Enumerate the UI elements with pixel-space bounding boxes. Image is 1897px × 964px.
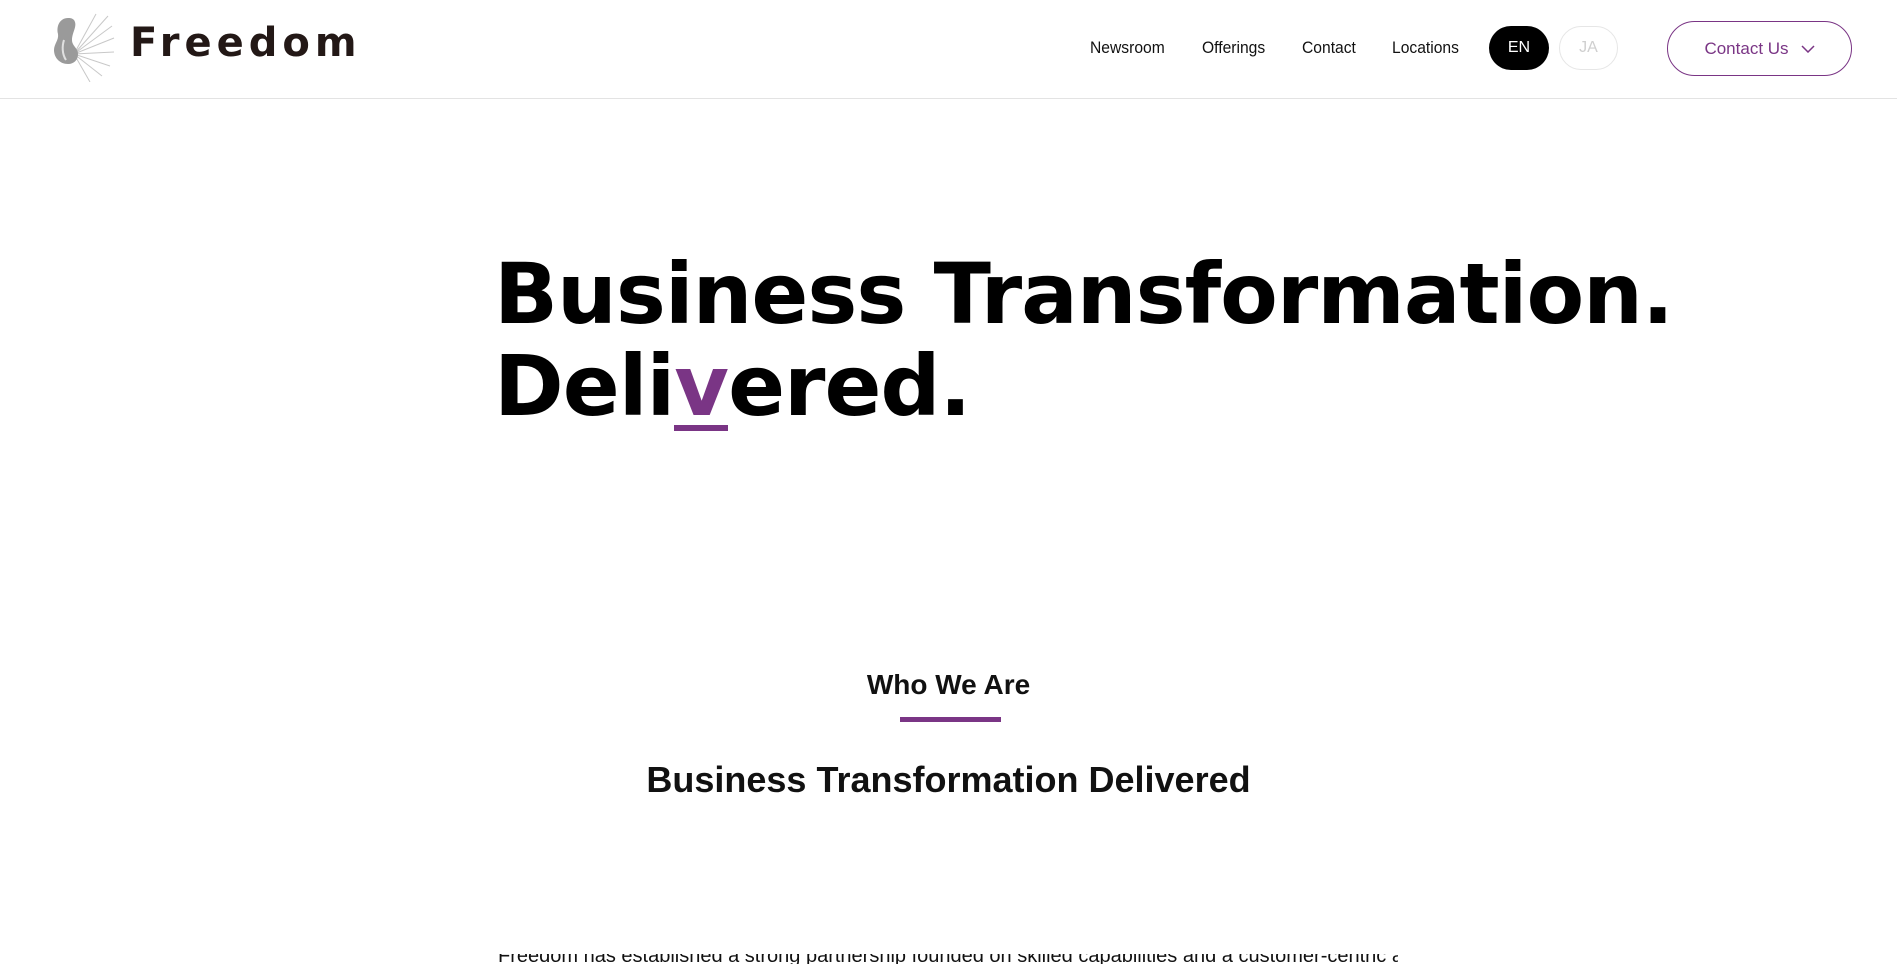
section-underline [900,717,1001,722]
chevron-down-icon [1801,44,1815,53]
nav-locations[interactable]: Locations [1392,38,1459,58]
hero-headline-line2: Delivered. [494,340,1494,432]
logo-text: Freedom [130,20,362,66]
who-we-are-body: Freedom has established a strong partner… [498,954,1398,964]
nav-contact[interactable]: Contact [1302,38,1356,58]
nav-newsroom[interactable]: Newsroom [1090,38,1165,58]
hero-line2-end: ered. [728,337,971,435]
language-en-button[interactable]: EN [1489,26,1549,70]
who-we-are-label: Who We Are [866,669,1031,700]
language-ja-button[interactable]: JA [1559,26,1618,70]
hero-accent-letter: v [674,337,729,435]
who-we-are-title: Business Transformation Delivered [646,759,1251,800]
hero-section: Business Transformation. Delivered. [494,245,1674,432]
logo-mark-icon [54,13,115,82]
nav-offerings[interactable]: Offerings [1202,38,1265,58]
site-header: Freedom Newsroom Offerings Contact Locat… [0,0,1897,99]
hero-line2-start: Deli [494,337,675,435]
who-we-are-body-text: Freedom has established a strong partner… [498,954,1398,964]
contact-us-label: Contact Us [1704,38,1789,58]
hero-headline-line1: Business Transformation. [494,245,1674,343]
main-nav: Newsroom Offerings Contact Locations [1090,26,1495,70]
freedom-logo[interactable]: Freedom [48,12,357,82]
contact-us-dropdown-button[interactable]: Contact Us [1667,21,1852,76]
